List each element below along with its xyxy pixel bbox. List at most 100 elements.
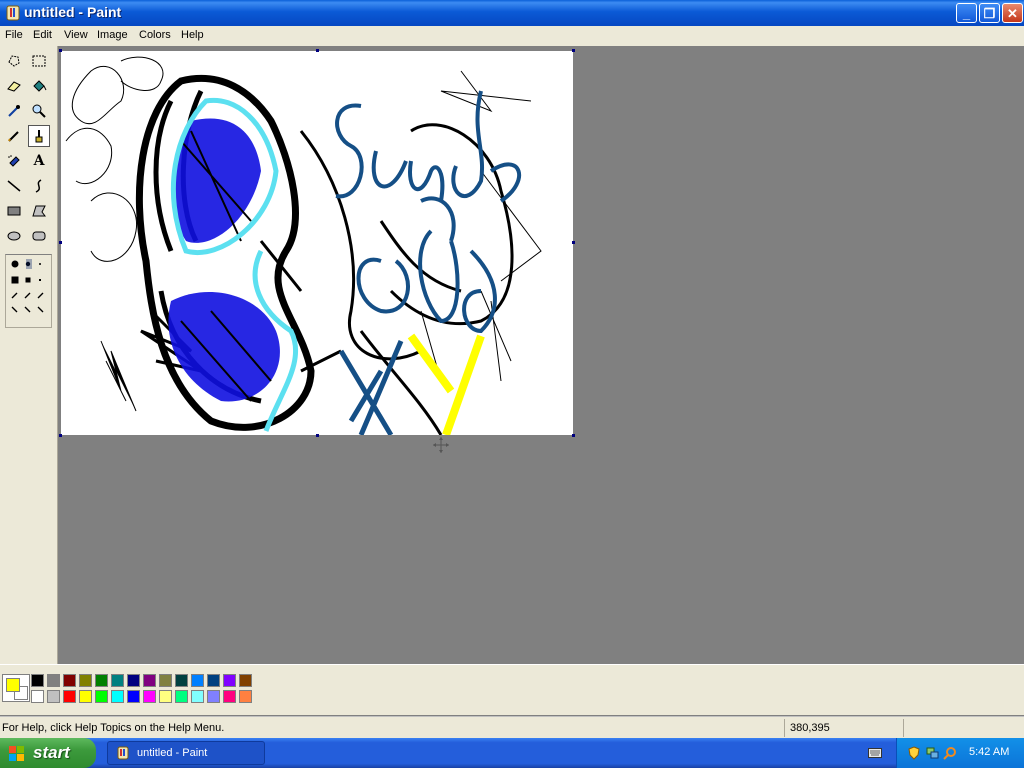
select-icon (32, 55, 46, 67)
text-icon: A (33, 153, 45, 169)
color-swatch[interactable] (191, 674, 204, 687)
rounded-rectangle-tool[interactable] (28, 225, 50, 247)
color-swatch[interactable] (95, 690, 108, 703)
text-tool[interactable]: A (28, 150, 50, 172)
maximize-button[interactable]: ❐ (979, 3, 1000, 23)
resize-handle (59, 241, 62, 244)
color-swatch[interactable] (63, 674, 76, 687)
magnifier-icon (32, 104, 46, 118)
cursor-coordinates: 380,395 (790, 722, 830, 734)
rectangle-tool[interactable] (3, 200, 25, 222)
resize-handle (572, 49, 575, 52)
ellipse-tool[interactable] (3, 225, 25, 247)
network-icon[interactable] (925, 746, 939, 760)
line-tool[interactable] (3, 175, 25, 197)
pick-color-tool[interactable] (3, 100, 25, 122)
start-button[interactable]: start (0, 738, 96, 768)
color-swatch[interactable] (79, 674, 92, 687)
taskbar: start untitled - Paint 5:42 AM (0, 738, 1024, 768)
rounded-rectangle-icon (32, 231, 46, 241)
close-button[interactable]: ✕ (1002, 3, 1023, 23)
color-swatch[interactable] (207, 690, 220, 703)
color-swatch[interactable] (111, 690, 124, 703)
title-bar: untitled - Paint _ ❐ ✕ (0, 0, 1024, 26)
color-swatch[interactable] (127, 674, 140, 687)
color-swatch[interactable] (63, 690, 76, 703)
paint-app-icon (6, 5, 20, 21)
taskbar-item-paint[interactable]: untitled - Paint (107, 741, 265, 765)
resize-handle[interactable] (572, 241, 575, 244)
color-swatch[interactable] (207, 674, 220, 687)
airbrush-tool[interactable] (3, 150, 25, 172)
polygon-icon (32, 205, 46, 217)
color-swatch[interactable] (31, 674, 44, 687)
select-tool[interactable] (28, 50, 50, 72)
menu-file[interactable]: File (5, 29, 23, 41)
search-icon[interactable] (943, 746, 957, 760)
eraser-tool[interactable] (3, 75, 25, 97)
system-tray: 5:42 AM (896, 738, 1024, 768)
menu-image[interactable]: Image (97, 29, 128, 41)
color-swatch[interactable] (159, 690, 172, 703)
keyboard-icon[interactable] (868, 747, 882, 759)
color-swatch[interactable] (127, 690, 140, 703)
brush-shape-options[interactable] (6, 255, 51, 327)
color-swatch[interactable] (239, 674, 252, 687)
move-cursor-icon (433, 437, 449, 453)
windows-flag-icon (9, 746, 24, 761)
pick-color-icon (8, 105, 20, 117)
tool-box: A (0, 46, 58, 664)
minimize-button[interactable]: _ (956, 3, 977, 23)
menu-help[interactable]: Help (181, 29, 204, 41)
brush-options-panel (5, 254, 52, 328)
color-swatch[interactable] (175, 690, 188, 703)
color-swatch[interactable] (47, 690, 60, 703)
color-swatch[interactable] (31, 690, 44, 703)
menu-colors[interactable]: Colors (139, 29, 171, 41)
polygon-tool[interactable] (28, 200, 50, 222)
resize-handle[interactable] (572, 434, 575, 437)
free-form-select-tool[interactable] (3, 50, 25, 72)
resize-handle (316, 49, 319, 52)
menu-view[interactable]: View (64, 29, 88, 41)
line-icon (7, 180, 21, 192)
curve-tool[interactable] (28, 175, 50, 197)
status-bar: For Help, click Help Topics on the Help … (0, 716, 1024, 739)
color-swatch[interactable] (175, 674, 188, 687)
ellipse-icon (7, 231, 21, 241)
brush-tool[interactable] (28, 125, 50, 147)
color-swatch[interactable] (223, 674, 236, 687)
pencil-icon (8, 131, 19, 142)
color-swatch[interactable] (143, 674, 156, 687)
clock: 5:42 AM (969, 746, 1010, 758)
resize-handle[interactable] (316, 434, 319, 437)
color-swatch[interactable] (239, 690, 252, 703)
color-swatch[interactable] (79, 690, 92, 703)
free-form-select-icon (8, 55, 20, 67)
color-swatch[interactable] (159, 674, 172, 687)
window-title: untitled - Paint (24, 4, 122, 20)
paint-app-icon (117, 746, 129, 760)
color-swatch[interactable] (47, 674, 60, 687)
rectangle-icon (7, 206, 21, 216)
color-swatch[interactable] (191, 690, 204, 703)
color-palette-bar (0, 664, 1024, 715)
curve-icon (35, 179, 42, 193)
menu-edit[interactable]: Edit (33, 29, 52, 41)
status-separator (903, 719, 904, 737)
magnifier-tool[interactable] (28, 100, 50, 122)
color-swatch[interactable] (223, 690, 236, 703)
resize-handle (59, 434, 62, 437)
color-swatch[interactable] (111, 674, 124, 687)
help-text: For Help, click Help Topics on the Help … (2, 722, 225, 734)
resize-handle (59, 49, 62, 52)
pencil-tool[interactable] (3, 125, 25, 147)
color-swatch[interactable] (143, 690, 156, 703)
fill-tool[interactable] (28, 75, 50, 97)
status-separator (784, 719, 785, 737)
drawing-canvas[interactable] (59, 49, 575, 437)
fill-icon (33, 80, 47, 92)
security-shield-icon[interactable] (907, 746, 921, 760)
color-swatch[interactable] (95, 674, 108, 687)
current-colors[interactable] (2, 674, 30, 702)
